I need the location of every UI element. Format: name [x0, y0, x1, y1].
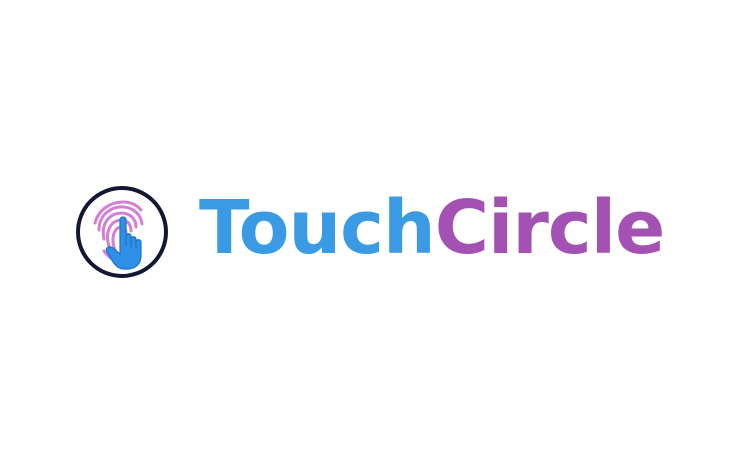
wordmark-circle: Circle — [434, 185, 666, 271]
brand-logo: TouchCircle — [74, 183, 665, 281]
brand-wordmark: TouchCircle — [199, 191, 665, 265]
logo-canvas: TouchCircle — [0, 0, 750, 450]
fingerprint-touch-icon — [76, 186, 168, 278]
wordmark-touch: Touch — [199, 185, 436, 271]
